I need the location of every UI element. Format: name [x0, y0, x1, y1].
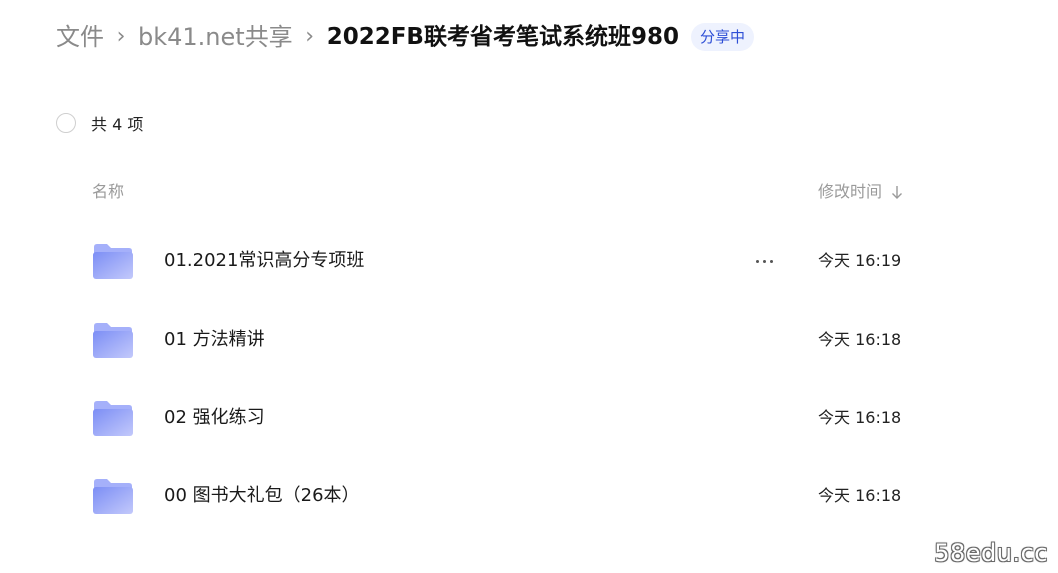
more-options-dot: [762, 259, 766, 263]
modified-time: 今天 16:18: [818, 330, 902, 349]
file-name[interactable]: 01 方法精讲: [164, 327, 265, 353]
more-options-icon[interactable]: [750, 248, 778, 274]
folder-icon: [93, 479, 133, 514]
column-header-modified-time-label: 修改时间: [818, 182, 883, 201]
breadcrumb-separator: ›: [305, 24, 315, 49]
folder-icon: [93, 401, 133, 436]
share-status-badge[interactable]: 分享中: [690, 23, 754, 51]
modified-time: 今天 16:18: [818, 486, 902, 505]
more-options-dot: [769, 259, 773, 263]
file-list-row[interactable]: 02 强化练习 今天 16:18: [56, 387, 936, 449]
breadcrumb-item-shared[interactable]: bk41.net共享: [138, 19, 293, 55]
watermark: 58edu.cc: [934, 539, 1048, 567]
arrow-down-icon: [892, 186, 903, 199]
more-options-dot: [755, 259, 759, 263]
breadcrumb-separator: ›: [116, 24, 126, 49]
folder-icon: [93, 323, 133, 358]
breadcrumb-current-folder: 2022FB联考省考笔试系统班980: [326, 24, 679, 50]
folder-icon: [93, 244, 133, 279]
file-name[interactable]: 02 强化练习: [164, 405, 265, 431]
file-name[interactable]: 00 图书大礼包（26本）: [164, 483, 360, 509]
file-list-row[interactable]: 00 图书大礼包（26本） 今天 16:18: [56, 465, 936, 527]
column-header-modified-time[interactable]: 修改时间: [818, 180, 904, 204]
file-list-row[interactable]: 01.2021常识高分专项班 今天 16:19: [56, 230, 936, 292]
file-list-row[interactable]: 01 方法精讲 今天 16:18: [56, 309, 936, 371]
file-name[interactable]: 01.2021常识高分专项班: [164, 248, 364, 274]
column-header-name[interactable]: 名称: [92, 180, 124, 204]
item-count-label: 共 4 项: [91, 115, 144, 134]
breadcrumb: 文件 › bk41.net共享 › 2022FB联考省考笔试系统班980 分享中: [56, 19, 754, 55]
file-browser-page: 文件 › bk41.net共享 › 2022FB联考省考笔试系统班980 分享中…: [0, 0, 1058, 573]
item-count-row: 共 4 项: [56, 110, 143, 136]
select-all-checkbox[interactable]: [56, 113, 76, 133]
modified-time: 今天 16:18: [818, 408, 902, 427]
modified-time: 今天 16:19: [818, 251, 902, 270]
breadcrumb-item-files[interactable]: 文件: [56, 19, 104, 55]
